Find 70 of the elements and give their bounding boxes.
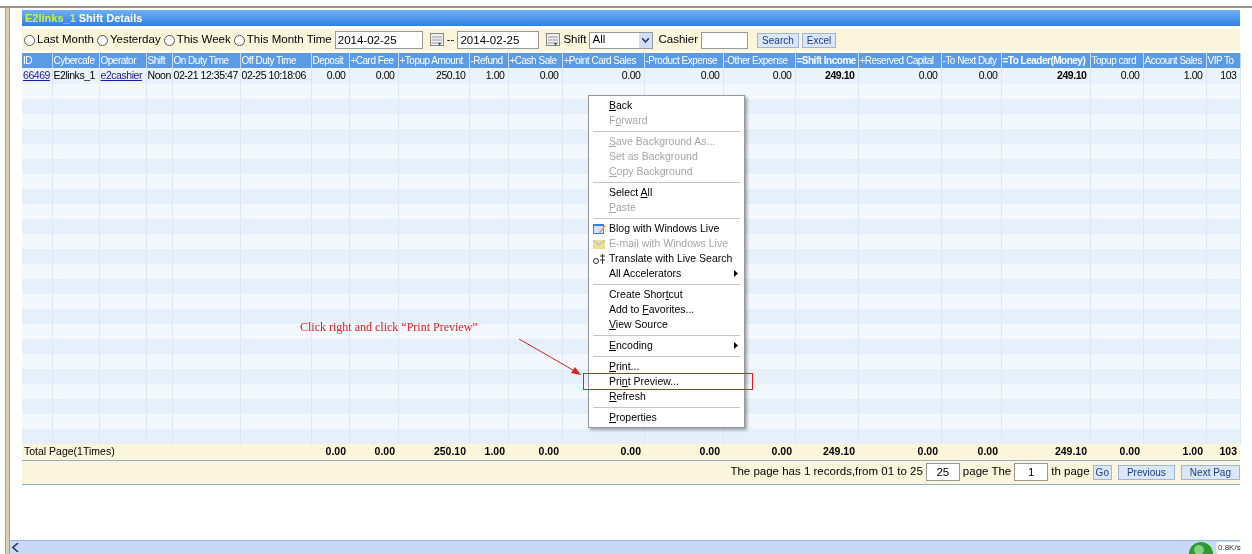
table-cell: 0.00: [1120, 69, 1140, 81]
table-cell: 02-25 10:18:06: [241, 69, 306, 81]
chevron-down-icon: [642, 37, 650, 43]
menu-item[interactable]: Encoding: [589, 338, 744, 353]
table-cell: 250.10: [436, 69, 466, 81]
table-cell: 249.10: [825, 69, 855, 81]
globe-icon: [1188, 541, 1214, 554]
table-cell: 1.00: [485, 69, 505, 81]
table-link[interactable]: e2cashier: [100, 69, 142, 81]
calendar-icon[interactable]: [429, 33, 444, 47]
menu-item[interactable]: Back: [589, 98, 744, 113]
date-separator: --: [446, 32, 455, 48]
table-cell: 0.00: [621, 69, 641, 81]
table-cell: Noon: [147, 69, 171, 81]
annotation-arrow: [518, 338, 582, 376]
page-label: page The: [962, 464, 1012, 480]
page-number-field[interactable]: 1: [1014, 463, 1049, 481]
pager-button[interactable]: Next Pag: [1180, 464, 1240, 480]
date-to-field[interactable]: 2014-02-25: [457, 31, 540, 49]
table-cell: 0.00: [918, 69, 938, 81]
radio-option[interactable]: This Month: [233, 31, 304, 49]
window-title: Shift Details: [78, 10, 143, 26]
pencil-window-icon: [593, 222, 606, 235]
menu-item[interactable]: Refresh: [589, 389, 744, 404]
submenu-arrow-icon: [734, 270, 738, 277]
filter-button[interactable]: Excel: [801, 32, 837, 48]
menu-item[interactable]: Blog with Windows Live: [589, 221, 744, 236]
table-cell: 0.00: [539, 69, 559, 81]
table-cell: 0.00: [700, 69, 720, 81]
menu-item[interactable]: Print Preview...: [589, 374, 744, 389]
menu-item[interactable]: Properties: [589, 410, 744, 425]
shift-select[interactable]: All: [589, 31, 654, 49]
shift-label: Shift: [563, 32, 587, 48]
table-cell: 103: [1220, 69, 1237, 81]
pager-summary: The page has 1 records,from 01 to 25: [730, 464, 923, 480]
pager-button[interactable]: Previous: [1117, 464, 1175, 480]
horizontal-scrollbar[interactable]: [10, 540, 1240, 554]
table-cell: 249.10: [1057, 69, 1087, 81]
submenu-arrow-icon: [734, 342, 738, 349]
table-cell: 02-21 12:35:47: [173, 69, 238, 81]
page-size-field[interactable]: 25: [925, 463, 960, 481]
radio-option[interactable]: This Week: [163, 31, 231, 49]
table-cell: E2links_1: [53, 69, 95, 81]
page-suffix: th page: [1051, 464, 1090, 480]
pager-button[interactable]: Go: [1092, 464, 1112, 480]
radio-option[interactable]: Yesterday: [96, 31, 161, 49]
chevron-left-icon[interactable]: [12, 543, 20, 552]
window-title-prefix: E2links_1: [25, 10, 76, 26]
menu-item[interactable]: Print...: [589, 359, 744, 374]
menu-item[interactable]: Add to Favorites...: [589, 302, 744, 317]
radio-option[interactable]: Last Month: [24, 31, 94, 49]
cashier-label: Cashier: [658, 32, 699, 48]
filter-button[interactable]: Search: [757, 32, 799, 48]
table-cell: 0.00: [375, 69, 395, 81]
time-label: Time: [306, 32, 332, 48]
table-cell: 0.00: [772, 69, 792, 81]
calendar-icon[interactable]: [546, 33, 561, 47]
table-cell: 1.00: [1183, 69, 1203, 81]
cashier-field[interactable]: [701, 31, 749, 49]
envelope-icon: [593, 237, 606, 250]
table-cell: 0.00: [326, 69, 346, 81]
menu-item[interactable]: Translate with Live Search: [589, 251, 744, 266]
table-link[interactable]: 66469: [23, 69, 50, 81]
menu-item[interactable]: Create Shortcut: [589, 287, 744, 302]
table-cell: 0.00: [978, 69, 998, 81]
date-from-field[interactable]: 2014-02-25: [334, 31, 423, 49]
menu-item[interactable]: Select All: [589, 185, 744, 200]
menu-item[interactable]: View Source: [589, 317, 744, 332]
menu-item[interactable]: All Accelerators: [589, 266, 744, 281]
annotation-text: Click right and click “Print Preview”: [300, 319, 478, 336]
